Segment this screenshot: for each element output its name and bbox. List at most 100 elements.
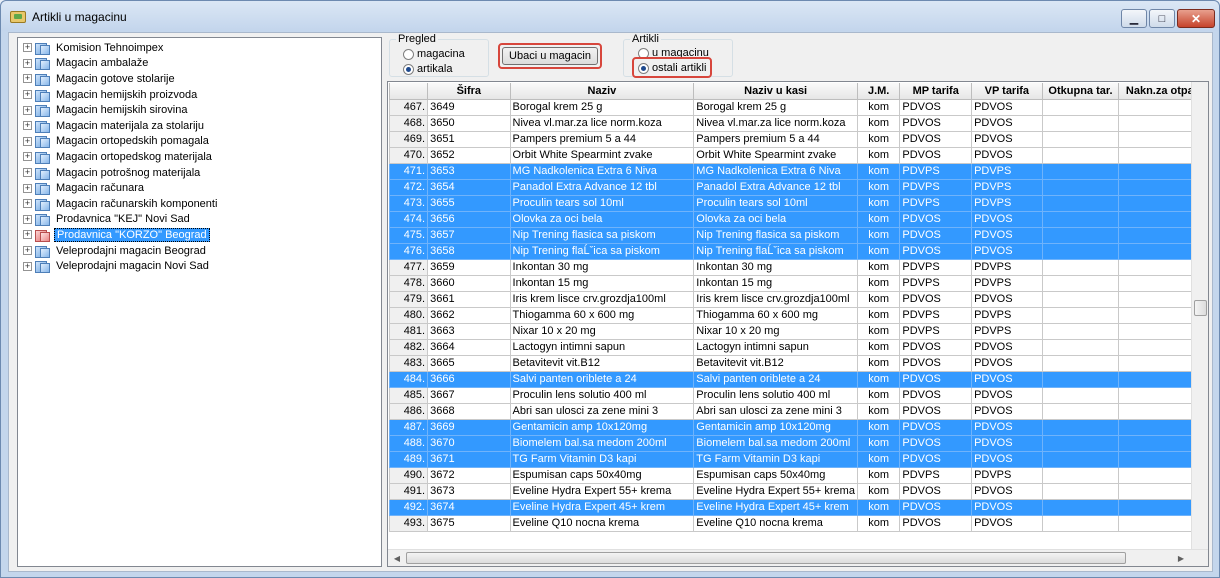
cell-n[interactable]: 487.: [388, 418, 429, 436]
cell-kasa[interactable]: Eveline Hydra Expert 55+ krema: [693, 482, 858, 500]
cell-jm[interactable]: kom: [856, 242, 901, 260]
cell-jm[interactable]: kom: [856, 226, 901, 244]
cell-vp[interactable]: PDVOS: [971, 402, 1043, 420]
table-row[interactable]: 485. 3667 Proculin lens solutio 400 ml Proc…: [388, 386, 1208, 404]
cell-vp[interactable]: PDVPS: [971, 194, 1043, 212]
cell-n[interactable]: 470.: [388, 146, 429, 164]
cell-empty[interactable]: [1041, 98, 1120, 116]
cell-empty[interactable]: [1041, 226, 1120, 244]
cell-kasa[interactable]: Nip Trening flaĹˇica sa piskom: [693, 242, 858, 260]
cell-jm[interactable]: kom: [856, 306, 901, 324]
cell-n[interactable]: 479.: [388, 290, 429, 308]
table-row[interactable]: 475. 3657 Nip Trening flasica sa piskom Nip…: [388, 226, 1208, 244]
cell-mp[interactable]: PDVOS: [899, 338, 973, 356]
cell-empty[interactable]: [1041, 162, 1120, 180]
cell-mp[interactable]: PDVOS: [899, 354, 973, 372]
cell-sifra[interactable]: 3673: [427, 482, 511, 500]
horizontal-scroll-thumb[interactable]: [406, 552, 1126, 564]
cell-naziv[interactable]: Iris krem lisce crv.grozdja100ml: [509, 290, 695, 308]
table-row[interactable]: 489. 3671 TG Farm Vitamin D3 kapi TG Farm V…: [388, 450, 1208, 468]
cell-sifra[interactable]: 3663: [427, 322, 511, 340]
cell-empty[interactable]: [1041, 274, 1120, 292]
cell-naziv[interactable]: Proculin tears sol 10ml: [509, 194, 695, 212]
expand-icon[interactable]: +: [23, 199, 32, 209]
cell-naziv[interactable]: Inkontan 15 mg: [509, 274, 695, 292]
table-row[interactable]: 490. 3672 Espumisan caps 50x40mg Espumisan …: [388, 466, 1208, 484]
cell-sifra[interactable]: 3672: [427, 466, 511, 484]
cell-empty[interactable]: [1041, 178, 1120, 196]
cell-vp[interactable]: PDVOS: [971, 514, 1043, 532]
cell-n[interactable]: 491.: [388, 482, 429, 500]
cell-vp[interactable]: PDVOS: [971, 290, 1043, 308]
cell-empty[interactable]: [1041, 498, 1120, 516]
cell-jm[interactable]: kom: [856, 386, 901, 404]
cell-vp[interactable]: PDVOS: [971, 114, 1043, 132]
vertical-scrollbar[interactable]: [1191, 82, 1208, 550]
cell-n[interactable]: 481.: [388, 322, 429, 340]
cell-n[interactable]: 476.: [388, 242, 429, 260]
cell-mp[interactable]: PDVPS: [899, 162, 973, 180]
cell-mp[interactable]: PDVPS: [899, 178, 973, 196]
cell-vp[interactable]: PDVOS: [971, 354, 1043, 372]
cell-jm[interactable]: kom: [856, 322, 901, 340]
cell-mp[interactable]: PDVOS: [899, 114, 973, 132]
cell-jm[interactable]: kom: [856, 146, 901, 164]
cell-vp[interactable]: PDVPS: [971, 306, 1043, 324]
arrow-right-icon[interactable]: ▶: [1175, 552, 1187, 564]
cell-kasa[interactable]: Espumisan caps 50x40mg: [693, 466, 858, 484]
table-row[interactable]: 491. 3673 Eveline Hydra Expert 55+ krema Ev…: [388, 482, 1208, 500]
table-row[interactable]: 470. 3652 Orbit White Spearmint zvake Orbit…: [388, 146, 1208, 164]
cell-n[interactable]: 477.: [388, 258, 429, 276]
cell-sifra[interactable]: 3652: [427, 146, 511, 164]
cell-sifra[interactable]: 3651: [427, 130, 511, 148]
column-header[interactable]: Šifra: [427, 83, 511, 100]
cell-jm[interactable]: kom: [856, 178, 901, 196]
expand-icon[interactable]: +: [23, 214, 32, 224]
cell-sifra[interactable]: 3653: [427, 162, 511, 180]
cell-n[interactable]: 471.: [388, 162, 429, 180]
cell-vp[interactable]: PDVOS: [971, 370, 1043, 388]
cell-vp[interactable]: PDVOS: [971, 146, 1043, 164]
cell-vp[interactable]: PDVOS: [971, 226, 1043, 244]
cell-empty[interactable]: [1041, 114, 1120, 132]
cell-naziv[interactable]: Inkontan 30 mg: [509, 258, 695, 276]
cell-kasa[interactable]: Panadol Extra Advance 12 tbl: [693, 178, 858, 196]
cell-vp[interactable]: PDVPS: [971, 466, 1043, 484]
cell-naziv[interactable]: Proculin lens solutio 400 ml: [509, 386, 695, 404]
cell-n[interactable]: 488.: [388, 434, 429, 452]
cell-jm[interactable]: kom: [856, 482, 901, 500]
cell-empty[interactable]: [1041, 242, 1120, 260]
table-row[interactable]: 468. 3650 Nivea vl.mar.za lice norm.koza Ni…: [388, 114, 1208, 132]
cell-empty[interactable]: [1041, 194, 1120, 212]
cell-n[interactable]: 483.: [388, 354, 429, 372]
cell-jm[interactable]: kom: [856, 450, 901, 468]
cell-kasa[interactable]: Nivea vl.mar.za lice norm.koza: [693, 114, 858, 132]
table-row[interactable]: 481. 3663 Nixar 10 x 20 mg Nixar 10 x 20 mg…: [388, 322, 1208, 340]
cell-n[interactable]: 482.: [388, 338, 429, 356]
cell-mp[interactable]: PDVOS: [899, 402, 973, 420]
cell-kasa[interactable]: Olovka za oci bela: [693, 210, 858, 228]
radio-circle[interactable]: [403, 48, 414, 60]
cell-kasa[interactable]: Salvi panten oriblete a 24: [693, 370, 858, 388]
cell-sifra[interactable]: 3662: [427, 306, 511, 324]
table-row[interactable]: 493. 3675 Eveline Q10 nocna krema Eveline Q…: [388, 514, 1208, 532]
cell-naziv[interactable]: Nip Trening flaĹˇica sa piskom: [509, 242, 695, 260]
expand-icon[interactable]: +: [23, 261, 32, 271]
cell-jm[interactable]: kom: [856, 194, 901, 212]
cell-empty[interactable]: [1041, 322, 1120, 340]
cell-jm[interactable]: kom: [856, 210, 901, 228]
cell-sifra[interactable]: 3660: [427, 274, 511, 292]
cell-kasa[interactable]: Inkontan 15 mg: [693, 274, 858, 292]
cell-n[interactable]: 468.: [388, 114, 429, 132]
cell-jm[interactable]: kom: [856, 258, 901, 276]
tree-item[interactable]: + Magacin računara: [18, 180, 381, 196]
cell-kasa[interactable]: Abri san ulosci za zene mini 3: [693, 402, 858, 420]
cell-mp[interactable]: PDVPS: [899, 306, 973, 324]
cell-jm[interactable]: kom: [856, 498, 901, 516]
cell-kasa[interactable]: MG Nadkolenica Extra 6 Niva: [693, 162, 858, 180]
cell-naziv[interactable]: MG Nadkolenica Extra 6 Niva: [509, 162, 695, 180]
cell-vp[interactable]: PDVPS: [971, 258, 1043, 276]
cell-sifra[interactable]: 3671: [427, 450, 511, 468]
cell-naziv[interactable]: Eveline Q10 nocna krema: [509, 514, 695, 532]
cell-kasa[interactable]: Nixar 10 x 20 mg: [693, 322, 858, 340]
